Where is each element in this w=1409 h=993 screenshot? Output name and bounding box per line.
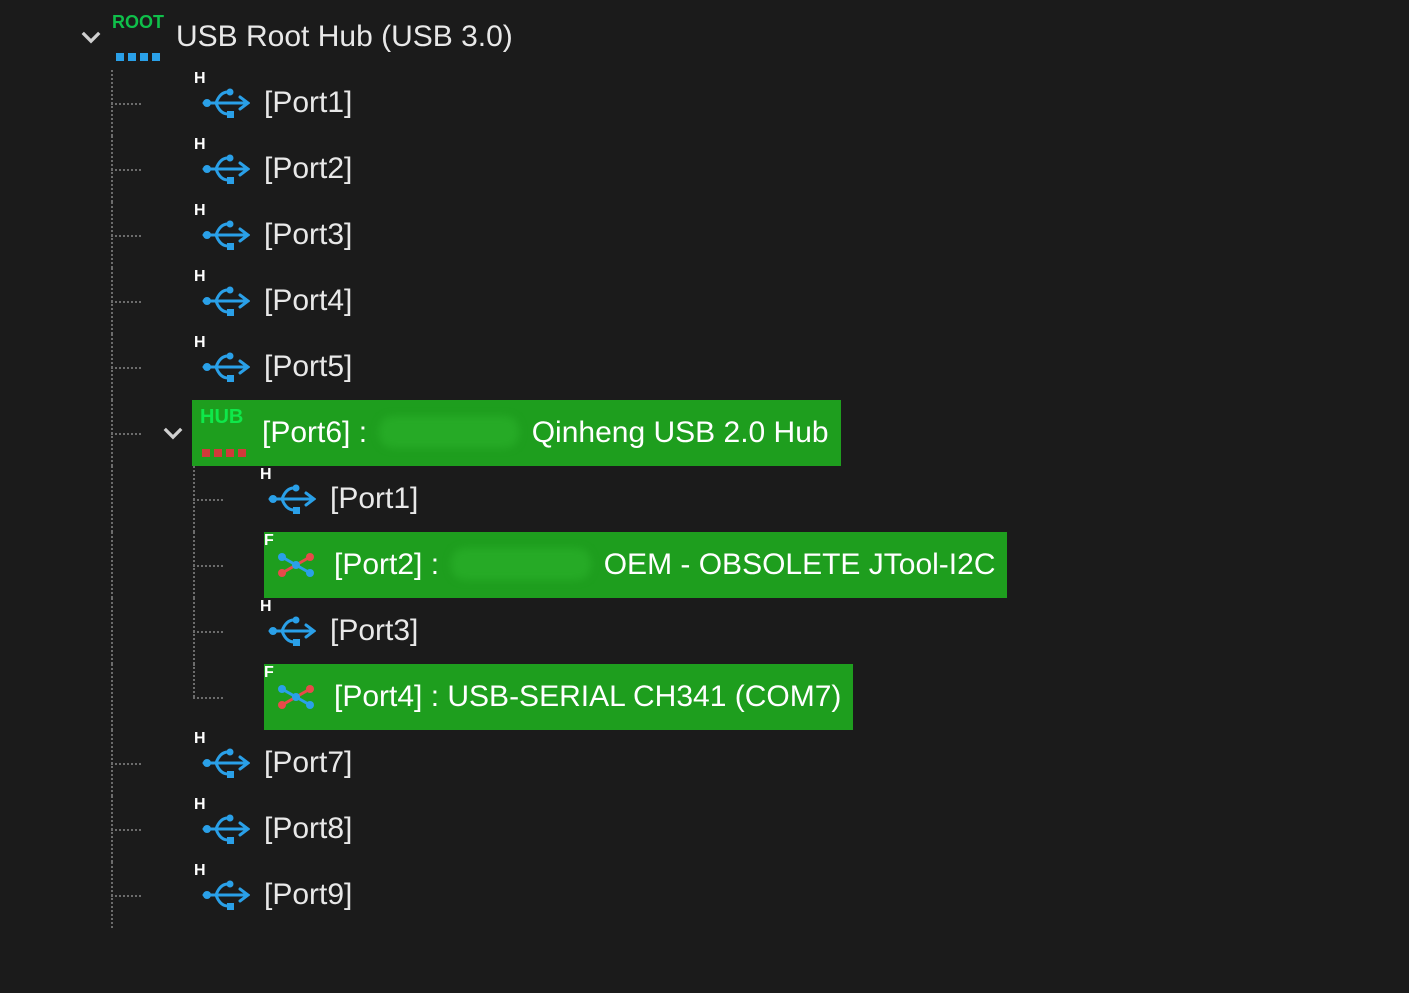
node-label: [Port3] xyxy=(264,218,364,252)
usb-port-icon: H xyxy=(198,801,254,857)
usb-port-icon: H xyxy=(198,735,254,791)
usb-port-icon: H xyxy=(198,141,254,197)
tree-node-device[interactable]: F [Port4] : USB-SERIAL CH341 (COM7) xyxy=(0,664,1409,730)
usb-port-icon: H xyxy=(198,867,254,923)
usb-port-icon: H xyxy=(198,75,254,131)
tree-node-port[interactable]: H [Port3] xyxy=(0,202,1409,268)
tree-node-port[interactable]: H [Port7] xyxy=(0,730,1409,796)
node-label: [Port6] : Qinheng USB 2.0 Hub xyxy=(262,416,841,450)
usb-device-icon: F xyxy=(268,537,324,593)
tree-node-port[interactable]: H [Port3] xyxy=(0,598,1409,664)
usb-port-icon: H xyxy=(264,603,320,659)
usb-port-icon: H xyxy=(198,273,254,329)
node-label: [Port3] xyxy=(330,614,430,648)
usb-port-icon: H xyxy=(198,207,254,263)
usb-port-icon: H xyxy=(198,339,254,395)
usb-port-icon: H xyxy=(264,471,320,527)
node-label: [Port4] xyxy=(264,284,364,318)
usb-device-icon: F xyxy=(268,669,324,725)
usb-device-tree: ROOT USB Root Hub (USB 3.0) H [Port1] H … xyxy=(0,0,1409,928)
tree-node-port[interactable]: H [Port8] xyxy=(0,796,1409,862)
node-label: [Port1] xyxy=(264,86,364,120)
hub-icon: HUB xyxy=(196,405,252,461)
chevron-down-icon[interactable] xyxy=(162,422,184,444)
node-label: [Port8] xyxy=(264,812,364,846)
redacted-text xyxy=(451,548,591,580)
tree-node-port[interactable]: H [Port2] xyxy=(0,136,1409,202)
node-label: USB Root Hub (USB 3.0) xyxy=(176,20,525,54)
tree-node-port[interactable]: H [Port5] xyxy=(0,334,1409,400)
tree-node-hub[interactable]: HUB [Port6] : Qinheng USB 2.0 Hub xyxy=(0,400,1409,466)
tree-node-port[interactable]: H [Port1] xyxy=(0,70,1409,136)
redacted-text xyxy=(379,416,519,448)
tree-node-root[interactable]: ROOT USB Root Hub (USB 3.0) xyxy=(0,4,1409,70)
node-label: [Port9] xyxy=(264,878,364,912)
node-label: [Port7] xyxy=(264,746,364,780)
root-hub-icon: ROOT xyxy=(110,9,166,65)
chevron-down-icon[interactable] xyxy=(80,26,102,48)
tree-node-port[interactable]: H [Port4] xyxy=(0,268,1409,334)
tree-node-port[interactable]: H [Port1] xyxy=(0,466,1409,532)
node-label: [Port2] xyxy=(264,152,364,186)
tree-node-device[interactable]: F [Port2] : OEM - OBSOLETE JTool-I2C xyxy=(0,532,1409,598)
node-label: [Port1] xyxy=(330,482,430,516)
node-label: [Port4] : USB-SERIAL CH341 (COM7) xyxy=(334,680,853,714)
tree-node-port[interactable]: H [Port9] xyxy=(0,862,1409,928)
node-label: [Port2] : OEM - OBSOLETE JTool-I2C xyxy=(334,548,1007,582)
node-label: [Port5] xyxy=(264,350,364,384)
